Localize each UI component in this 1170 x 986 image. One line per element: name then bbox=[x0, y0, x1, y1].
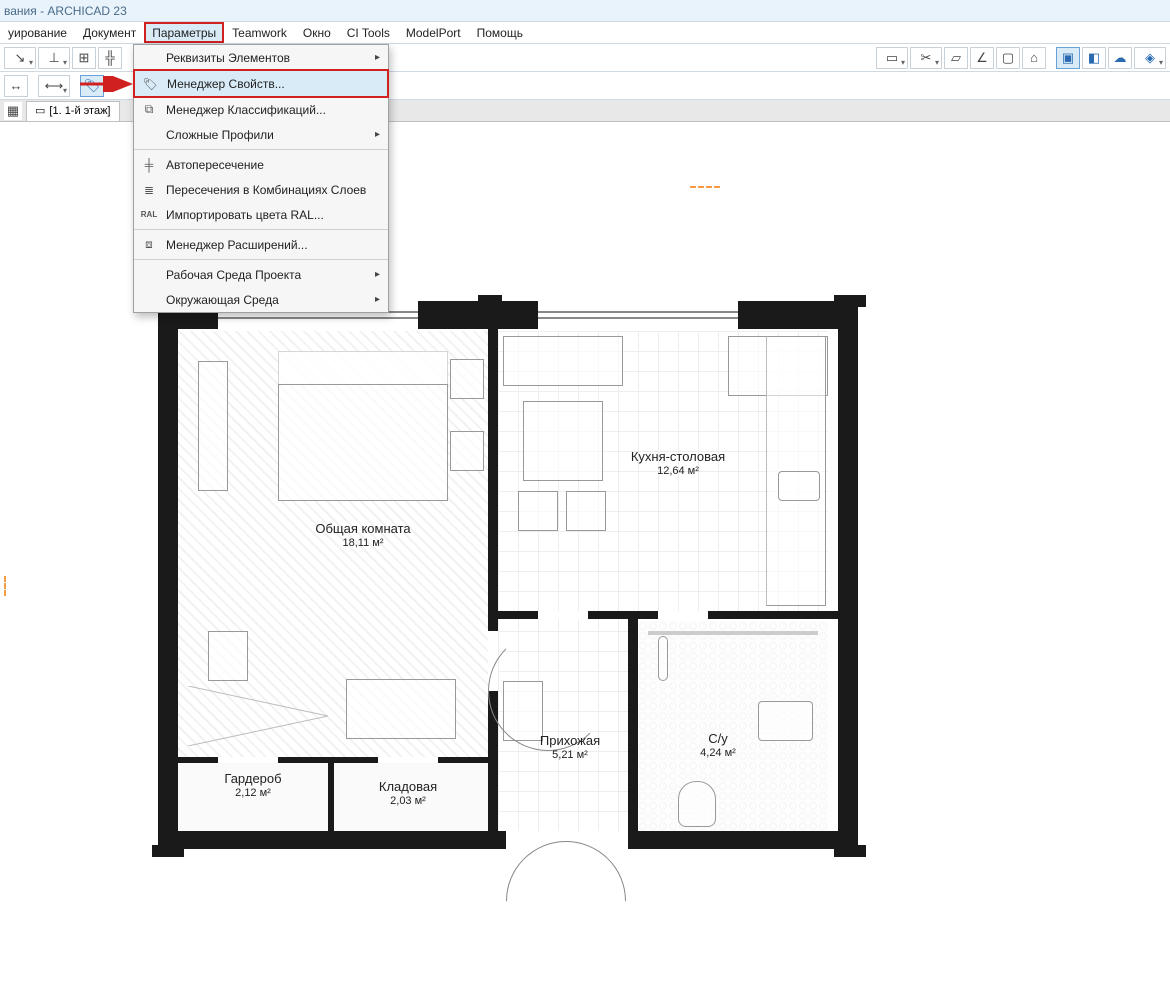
tool-cursor-dropdown[interactable]: ↘ bbox=[4, 47, 36, 69]
window-kitchen bbox=[538, 301, 738, 329]
mi-project-environment[interactable]: Рабочая Среда Проекта bbox=[134, 262, 388, 287]
tool-home[interactable]: ⌂ bbox=[1022, 47, 1046, 69]
tool-show3d[interactable]: ◧ bbox=[1082, 47, 1106, 69]
tool-grid[interactable]: ╬ bbox=[98, 47, 122, 69]
mi-element-attributes[interactable]: Реквизиты Элементов bbox=[134, 45, 388, 70]
layers-icon: ≣ bbox=[140, 181, 158, 199]
tool-cloud[interactable]: ☁ bbox=[1108, 47, 1132, 69]
tool-axis-dropdown[interactable]: ⊥ bbox=[38, 47, 70, 69]
tree-icon: ⧉ bbox=[140, 101, 158, 119]
menu-separator bbox=[134, 149, 388, 150]
mi-complex-profiles[interactable]: Сложные Профили bbox=[134, 122, 388, 147]
furn-sink-kitchen bbox=[778, 471, 820, 501]
app-title: вания - ARCHICAD 23 bbox=[4, 4, 127, 18]
origin-marker bbox=[690, 186, 720, 188]
door-wardrobe bbox=[218, 757, 278, 763]
title-bar: вания - ARCHICAD 23 bbox=[0, 0, 1170, 22]
furn-shower-head bbox=[658, 636, 668, 681]
wall-bottom-gap-l bbox=[488, 831, 506, 849]
mi-work-environment[interactable]: Окружающая Среда bbox=[134, 287, 388, 312]
mi-addon-manager[interactable]: ⧈ Менеджер Расширений... bbox=[134, 232, 388, 257]
furn-nightstand-r2 bbox=[450, 431, 484, 471]
wall-mid-vertical bbox=[488, 329, 498, 831]
door-kitchen bbox=[538, 611, 588, 619]
tool-angle[interactable]: ∠ bbox=[970, 47, 994, 69]
door-wc bbox=[658, 611, 708, 619]
tool-snap[interactable]: ⊞ bbox=[72, 47, 96, 69]
tool-layers-dropdown[interactable]: ◈ bbox=[1134, 47, 1166, 69]
door-arc-entry bbox=[481, 816, 651, 986]
menu-parameters[interactable]: Параметры bbox=[144, 22, 224, 43]
plugin-icon: ⧈ bbox=[140, 236, 158, 254]
tool-rect[interactable]: ▢ bbox=[996, 47, 1020, 69]
wall-bottom-right bbox=[628, 831, 858, 849]
menu-citools[interactable]: CI Tools bbox=[339, 22, 398, 43]
menu-help[interactable]: Помощь bbox=[469, 22, 531, 43]
furn-toilet bbox=[678, 781, 716, 827]
parameters-menu: Реквизиты Элементов 🏷 Менеджер Свойств..… bbox=[133, 44, 389, 313]
mi-layer-intersections[interactable]: ≣ Пересечения в Комбинациях Слоев bbox=[134, 177, 388, 202]
intersect-icon: ╪ bbox=[140, 156, 158, 174]
mi-import-ral[interactable]: RAL Импортировать цвета RAL... bbox=[134, 202, 388, 227]
menu-separator bbox=[134, 229, 388, 230]
annotation-arrow bbox=[78, 76, 138, 92]
tab-label: [1. 1-й этаж] bbox=[49, 101, 110, 121]
tool-section[interactable]: ▱ bbox=[944, 47, 968, 69]
tool-select[interactable]: ▣ bbox=[1056, 47, 1080, 69]
tool2-measure[interactable]: ↔ bbox=[4, 75, 28, 97]
tab-floor1[interactable]: ▭ [1. 1-й этаж] bbox=[26, 101, 120, 121]
label-wc: С/у 4,24 м² bbox=[648, 731, 788, 760]
furn-kitchen-sofa bbox=[503, 336, 623, 386]
menu-document[interactable]: Документ bbox=[75, 22, 144, 43]
furn-sofa bbox=[346, 679, 456, 739]
label-living: Общая комната 18,11 м² bbox=[293, 521, 433, 550]
tab-floorplan-icon: ▭ bbox=[35, 101, 45, 121]
mi-property-manager[interactable]: 🏷 Менеджер Свойств... bbox=[135, 71, 387, 96]
menu-modelport[interactable]: ModelPort bbox=[398, 22, 469, 43]
menu-edit[interactable]: уирование bbox=[0, 22, 75, 43]
wall-right bbox=[838, 301, 858, 849]
furn-armchair bbox=[208, 631, 248, 681]
tool2-dimension[interactable]: ⟷ bbox=[38, 75, 70, 97]
ral-icon: RAL bbox=[140, 206, 158, 224]
door-storage bbox=[378, 757, 438, 763]
furn-nightstand-r bbox=[450, 359, 484, 399]
menu-separator bbox=[134, 259, 388, 260]
floor-plan: Общая комната 18,11 м² Кухня-столовая 12… bbox=[158, 301, 878, 881]
menu-bar: уирование Документ Параметры Teamwork Ок… bbox=[0, 22, 1170, 44]
wall-wardrobe-storage bbox=[328, 757, 334, 837]
label-wardrobe: Гардероб 2,12 м² bbox=[193, 771, 313, 800]
tool-scissors[interactable]: ✂ bbox=[910, 47, 942, 69]
tool-wall[interactable]: ▭ bbox=[876, 47, 908, 69]
menu-window[interactable]: Окно bbox=[295, 22, 339, 43]
menu-teamwork[interactable]: Teamwork bbox=[224, 22, 295, 43]
label-kitchen: Кухня-столовая 12,64 м² bbox=[608, 449, 748, 478]
wall-left bbox=[158, 301, 178, 849]
furn-chair1 bbox=[518, 491, 558, 531]
axis-marker bbox=[4, 576, 10, 596]
tab-grid-icon[interactable]: ▦ bbox=[4, 102, 22, 120]
mi-auto-intersection[interactable]: ╪ Автопересечение bbox=[134, 152, 388, 177]
wall-wc-left bbox=[628, 611, 638, 839]
mi-classification-manager[interactable]: ⧉ Менеджер Классификаций... bbox=[134, 97, 388, 122]
furn-chair2 bbox=[566, 491, 606, 531]
tag-icon: 🏷 bbox=[141, 75, 159, 93]
label-hall: Прихожая 5,21 м² bbox=[500, 733, 640, 762]
label-storage: Кладовая 2,03 м² bbox=[348, 779, 468, 808]
furn-kitchen-table bbox=[523, 401, 603, 481]
furn-wardrobe bbox=[198, 361, 228, 491]
